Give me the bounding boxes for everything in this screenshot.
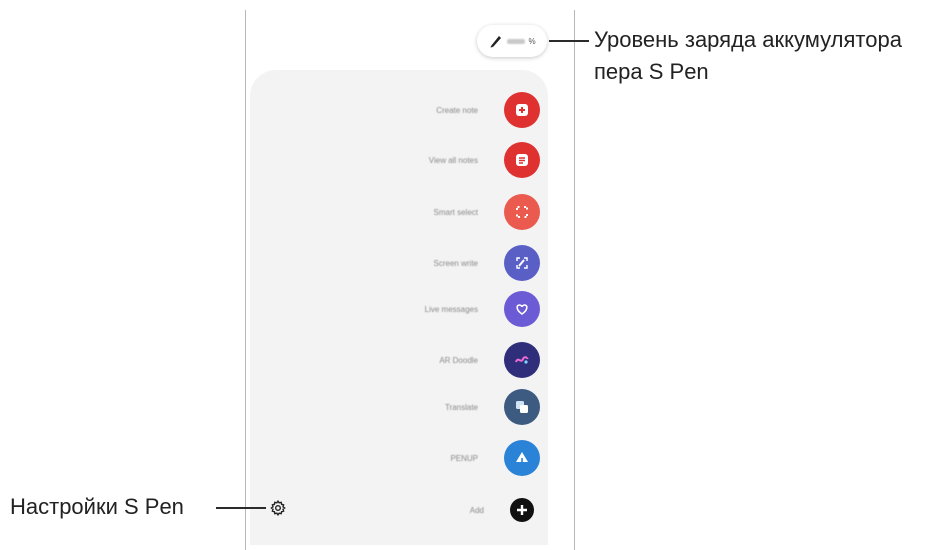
menu-item-translate[interactable]: Translate: [340, 385, 540, 429]
menu-item-smart-select[interactable]: Smart select: [340, 190, 540, 234]
menu-item-label: Add: [469, 505, 484, 515]
menu-item-label: AR Doodle: [439, 355, 478, 365]
battery-percent-sign: %: [528, 36, 536, 46]
ar-doodle-icon[interactable]: [504, 342, 540, 378]
menu-item-label: PENUP: [450, 453, 478, 463]
settings-callout-line: [216, 507, 266, 509]
pen-icon: [490, 36, 502, 48]
menu-item-view-notes[interactable]: View all notes: [340, 138, 540, 182]
menu-item-ar-doodle[interactable]: AR Doodle: [340, 338, 540, 382]
menu-item-label: Create note: [436, 105, 478, 115]
menu-item-create-note[interactable]: Create note: [340, 88, 540, 132]
menu-item-live-messages[interactable]: Live messages: [340, 287, 540, 331]
menu-item-label: Live messages: [424, 304, 478, 314]
add-icon[interactable]: [510, 498, 534, 522]
settings-callout-label: Настройки S Pen: [10, 494, 184, 519]
menu-item-label: Screen write: [433, 258, 478, 268]
settings-gear-icon[interactable]: [270, 500, 286, 516]
battery-callout-line2: пера S Pen: [594, 59, 709, 84]
screen-write-icon[interactable]: [504, 245, 540, 281]
live-messages-icon[interactable]: [504, 291, 540, 327]
battery-callout-line1: Уровень заряда аккумулятора: [594, 27, 902, 52]
smart-select-icon[interactable]: [504, 194, 540, 230]
pen-battery-indicator[interactable]: %: [477, 25, 547, 57]
menu-item-label: Translate: [444, 402, 478, 412]
menu-item-penup[interactable]: PENUP: [340, 436, 540, 480]
battery-level: [507, 38, 526, 44]
penup-icon[interactable]: [504, 440, 540, 476]
translate-icon[interactable]: [504, 389, 540, 425]
battery-callout-line: [549, 40, 589, 42]
create-note-icon[interactable]: [504, 92, 540, 128]
menu-item-label: View all notes: [428, 155, 478, 165]
view-notes-icon[interactable]: [504, 142, 540, 178]
menu-item-screen-write[interactable]: Screen write: [340, 241, 540, 285]
menu-item-label: Smart select: [433, 207, 478, 217]
menu-item-add[interactable]: Add: [340, 488, 540, 532]
